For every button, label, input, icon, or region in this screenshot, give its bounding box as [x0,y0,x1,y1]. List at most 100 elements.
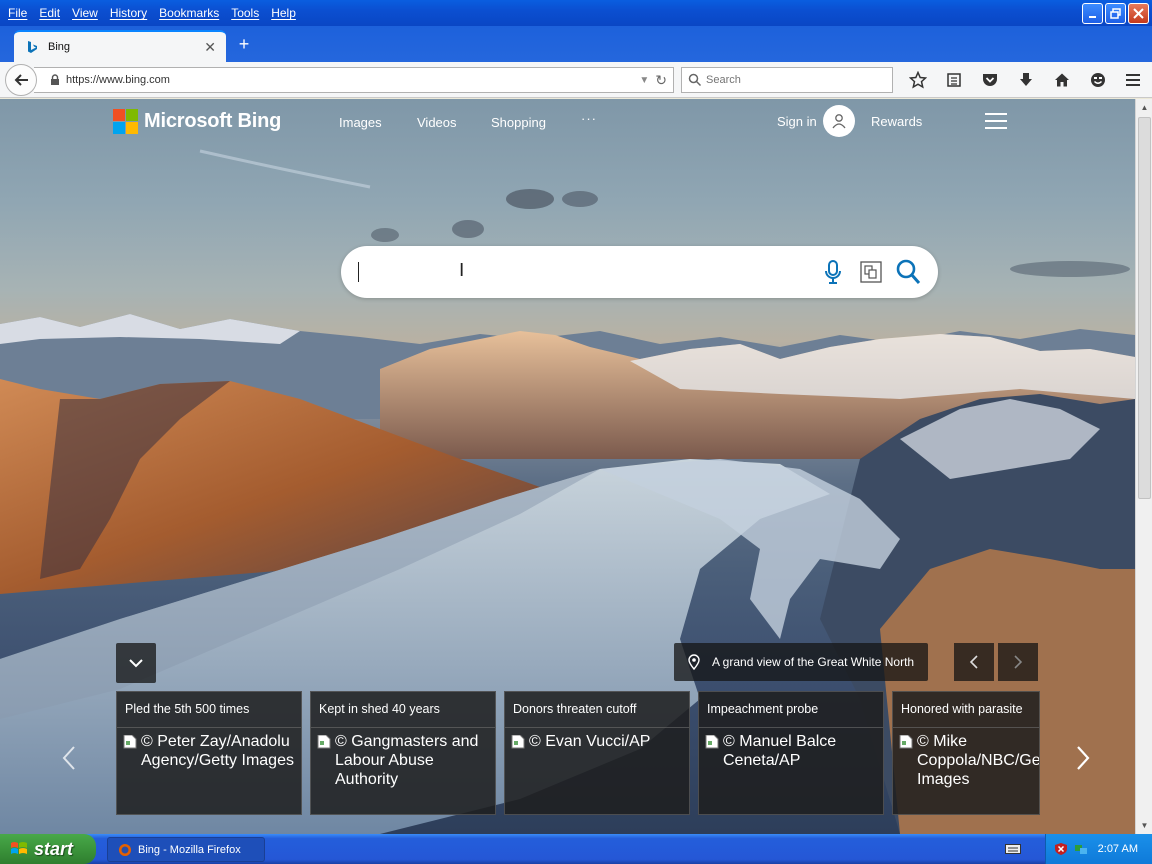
image-location-caption[interactable]: A grand view of the Great White North [674,643,929,681]
collapse-button[interactable] [116,643,156,683]
nav-images[interactable]: Images [339,115,382,130]
restore-icon [1110,8,1121,19]
reload-icon[interactable]: ↻ [655,72,667,89]
address-bar[interactable]: https://www.bing.com ▼ ↻ [34,67,674,93]
nav-shopping[interactable]: Shopping [491,115,546,130]
visual-search-icon[interactable] [859,260,883,287]
back-arrow-icon [14,74,28,86]
card-image-credit: © Mike Coppola/NBC/Getty Images [917,733,1040,788]
previous-image-button[interactable] [954,643,994,681]
scroll-down-icon[interactable]: ▼ [1136,817,1152,834]
card-headline[interactable]: Kept in shed 40 years [311,692,495,728]
bing-search-box[interactable]: I [341,246,938,298]
nav-videos[interactable]: Videos [417,115,457,130]
card-headline[interactable]: Donors threaten cutoff [505,692,689,728]
menu-help[interactable]: Help [265,6,302,20]
scrollbar-thumb[interactable] [1138,117,1151,499]
home-icon[interactable] [1044,62,1080,98]
card-image-credit: © Gangmasters and Labour Abuse Authority [335,733,479,788]
smiley-icon[interactable] [1080,62,1116,98]
browser-menu-button[interactable] [1120,68,1146,92]
bing-logo[interactable]: Microsoft Bing [113,109,281,134]
back-button[interactable] [5,64,37,96]
menu-tools[interactable]: Tools [225,6,265,20]
text-caret [358,262,359,282]
microphone-icon[interactable] [823,259,843,288]
toolbar-icons [900,62,1116,98]
news-card[interactable]: Impeachment probe © Manuel Balce Ceneta/… [698,691,884,815]
keyboard-icon[interactable] [1005,843,1021,855]
broken-image-icon [705,735,719,749]
news-card[interactable]: Kept in shed 40 years © Gangmasters and … [310,691,496,815]
card-headline[interactable]: Honored with parasite [893,692,1039,728]
carousel-prev-arrow-icon[interactable] [62,745,76,778]
bing-homepage: Microsoft Bing Images Videos Shopping ··… [0,99,1135,834]
security-shield-icon[interactable] [1054,842,1068,856]
chevron-right-icon [1014,655,1023,669]
chevron-down-icon [129,659,143,668]
card-headline[interactable]: Impeachment probe [699,692,883,728]
news-card[interactable]: Honored with parasite © Mike Coppola/NBC… [892,691,1040,815]
windows-taskbar: start Bing - Mozilla Firefox 2:07 AM [0,834,1152,864]
menu-view[interactable]: View [66,6,104,20]
reading-list-icon[interactable] [936,62,972,98]
window-menu-bar: File Edit View History Bookmarks Tools H… [0,0,1152,26]
start-button[interactable]: start [0,834,96,864]
task-label: Bing - Mozilla Firefox [138,843,241,856]
close-button[interactable] [1128,3,1149,24]
news-card[interactable]: Donors threaten cutoff © Evan Vucci/AP [504,691,690,815]
browser-search-box[interactable] [681,67,893,93]
pocket-icon[interactable] [972,62,1008,98]
system-tray: 2:07 AM [1045,834,1152,864]
tab-close-icon[interactable]: ✕ [204,39,216,56]
ibeam-cursor-icon: I [459,260,465,281]
network-icon[interactable] [1074,842,1088,856]
broken-image-icon [899,735,913,749]
new-tab-button[interactable]: + [234,32,254,56]
tab-strip: Bing ✕ + [0,26,1152,62]
sign-in-link[interactable]: Sign in [777,114,817,129]
tab-bing[interactable]: Bing ✕ [14,30,226,62]
menu-history[interactable]: History [104,6,153,20]
download-icon[interactable] [1008,62,1044,98]
location-pin-icon [688,654,700,670]
brand-name: Microsoft Bing [144,110,282,132]
menu-file[interactable]: File [2,6,33,20]
news-card[interactable]: Pled the 5th 500 times © Peter Zay/Anado… [116,691,302,815]
chevron-left-icon [969,655,978,669]
taskbar-item-firefox[interactable]: Bing - Mozilla Firefox [107,837,265,862]
carousel-next-arrow-icon[interactable] [1076,745,1090,778]
url-text[interactable]: https://www.bing.com [66,74,639,86]
microsoft-logo-icon [113,109,138,134]
page-scrollbar[interactable]: ▲ ▼ [1135,99,1152,834]
tab-title: Bing [48,41,71,53]
url-dropdown-icon[interactable]: ▼ [639,75,649,86]
card-image-credit: © Manuel Balce Ceneta/AP [723,733,837,769]
clock[interactable]: 2:07 AM [1098,843,1138,855]
bing-favicon-icon [24,39,40,55]
firefox-icon [119,843,131,856]
card-image-credit: © Evan Vucci/AP [529,733,651,750]
nav-more[interactable]: ··· [581,111,597,126]
bookmark-star-icon[interactable] [900,62,936,98]
navigation-toolbar: https://www.bing.com ▼ ↻ [0,62,1152,98]
next-image-button[interactable] [998,643,1038,681]
minimize-button[interactable] [1082,3,1103,24]
search-icon [688,73,702,87]
broken-image-icon [123,735,137,749]
menu-edit[interactable]: Edit [33,6,66,20]
broken-image-icon [511,735,525,749]
lock-icon [51,74,59,85]
menu: File Edit View History Bookmarks Tools H… [0,0,302,26]
search-button-icon[interactable] [895,258,921,289]
browser-search-input[interactable] [706,74,876,86]
restore-button[interactable] [1105,3,1126,24]
avatar[interactable] [823,105,855,137]
rewards-link[interactable]: Rewards [871,114,922,129]
user-icon [832,114,846,129]
scroll-up-icon[interactable]: ▲ [1136,99,1152,116]
menu-bookmarks[interactable]: Bookmarks [153,6,225,20]
card-headline[interactable]: Pled the 5th 500 times [117,692,301,728]
start-label: start [34,838,74,859]
bing-menu-button[interactable] [985,113,1007,129]
